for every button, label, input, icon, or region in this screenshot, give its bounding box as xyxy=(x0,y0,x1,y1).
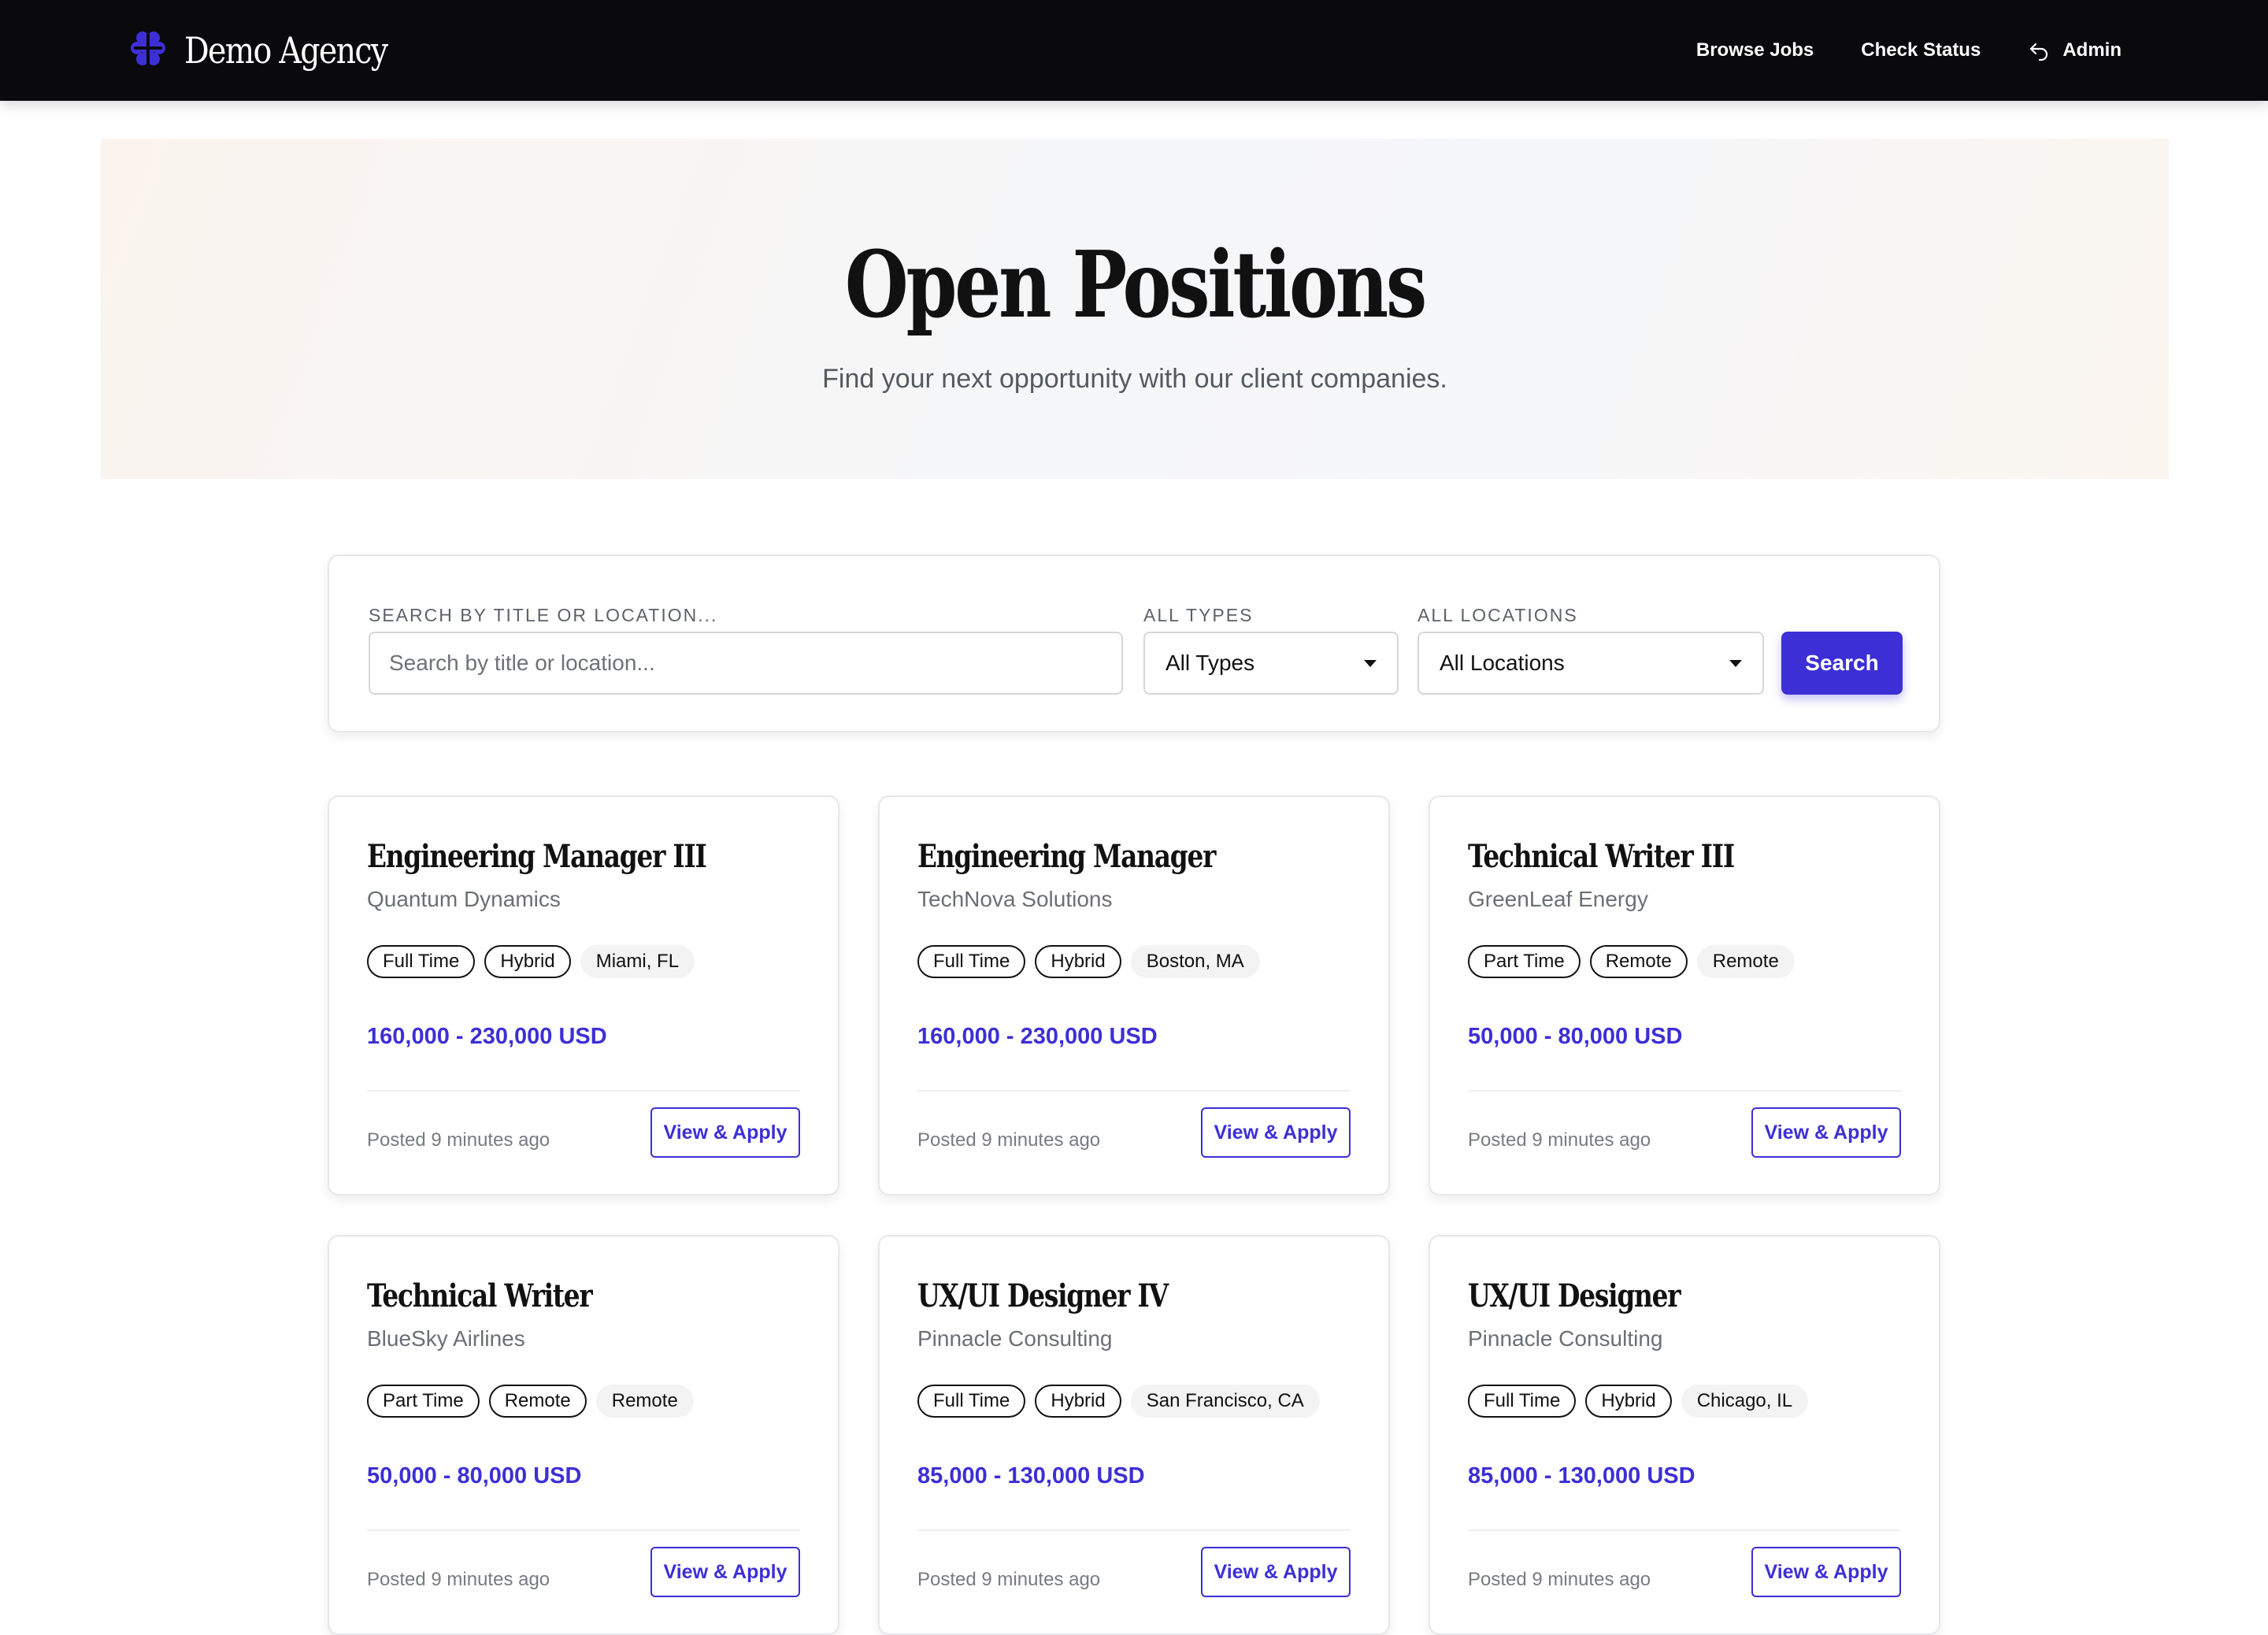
job-card: Technical Writer BlueSky Airlines Part T… xyxy=(328,1235,839,1635)
job-mode-tag: Remote xyxy=(1589,945,1688,978)
job-title: Engineering Manager xyxy=(917,838,1216,875)
job-tags: Full Time Hybrid Miami, FL xyxy=(367,945,695,978)
job-tags: Full Time Hybrid San Francisco, CA xyxy=(917,1385,1320,1418)
brand-logo-link[interactable]: Demo Agency xyxy=(131,28,420,72)
chevron-down-icon xyxy=(1364,659,1377,667)
job-mode-tag: Hybrid xyxy=(1585,1385,1672,1418)
job-tags: Full Time Hybrid Boston, MA xyxy=(917,945,1260,978)
job-posted-time: Posted 9 minutes ago xyxy=(917,1129,1101,1151)
job-location-tag: Boston, MA xyxy=(1130,945,1260,978)
nav-browse-jobs[interactable]: Browse Jobs xyxy=(1696,39,1814,61)
job-type-tag: Part Time xyxy=(367,1385,480,1418)
type-filter-value: All Types xyxy=(1166,651,1255,675)
view-apply-button[interactable]: View & Apply xyxy=(1201,1107,1351,1158)
job-location-tag: San Francisco, CA xyxy=(1130,1385,1320,1418)
type-filter-label: ALL TYPES xyxy=(1143,605,1254,625)
view-apply-button[interactable]: View & Apply xyxy=(1751,1107,1901,1158)
job-company: TechNova Solutions xyxy=(917,887,1113,911)
job-type-tag: Full Time xyxy=(917,1385,1026,1418)
job-location-tag: Chicago, IL xyxy=(1681,1385,1809,1418)
job-posted-time: Posted 9 minutes ago xyxy=(1468,1569,1651,1590)
view-apply-button[interactable]: View & Apply xyxy=(650,1107,800,1158)
job-location-tag: Miami, FL xyxy=(580,945,695,978)
job-tags: Part Time Remote Remote xyxy=(367,1385,694,1418)
job-salary: 160,000 - 230,000 USD xyxy=(367,1024,607,1049)
chevron-down-icon xyxy=(1729,659,1742,667)
view-apply-button[interactable]: View & Apply xyxy=(650,1547,800,1597)
job-posted-time: Posted 9 minutes ago xyxy=(367,1569,550,1590)
job-location-tag: Remote xyxy=(1696,945,1795,978)
job-company: Pinnacle Consulting xyxy=(917,1326,1113,1351)
flower-logo-icon xyxy=(131,31,165,70)
job-title: Engineering Manager III xyxy=(367,838,707,875)
job-company: GreenLeaf Energy xyxy=(1468,887,1648,911)
job-posted-time: Posted 9 minutes ago xyxy=(367,1129,550,1151)
nav-admin-label: Admin xyxy=(2062,39,2122,61)
job-salary: 50,000 - 80,000 USD xyxy=(1468,1024,1683,1049)
card-divider xyxy=(1468,1090,1901,1092)
job-mode-tag: Hybrid xyxy=(484,945,571,978)
view-apply-button[interactable]: View & Apply xyxy=(1751,1547,1901,1597)
job-type-tag: Full Time xyxy=(1468,1385,1577,1418)
job-posted-time: Posted 9 minutes ago xyxy=(917,1569,1101,1590)
job-posted-time: Posted 9 minutes ago xyxy=(1468,1129,1651,1151)
card-divider xyxy=(367,1529,800,1531)
job-type-tag: Part Time xyxy=(1468,945,1581,978)
job-title: UX/UI Designer xyxy=(1468,1277,1681,1314)
brand-name: Demo Agency xyxy=(184,29,388,72)
location-filter-select[interactable]: All Locations xyxy=(1418,632,1764,695)
nav-check-status[interactable]: Check Status xyxy=(1861,39,1981,61)
location-filter-value: All Locations xyxy=(1440,651,1565,675)
job-mode-tag: Remote xyxy=(488,1385,587,1418)
job-salary: 160,000 - 230,000 USD xyxy=(917,1024,1158,1049)
job-tags: Part Time Remote Remote xyxy=(1468,945,1795,978)
job-type-tag: Full Time xyxy=(367,945,476,978)
search-field-label: SEARCH BY TITLE OR LOCATION... xyxy=(369,605,718,625)
nav-admin[interactable]: Admin xyxy=(2028,39,2122,61)
job-salary: 85,000 - 130,000 USD xyxy=(917,1463,1145,1489)
job-location-tag: Remote xyxy=(595,1385,694,1418)
type-filter-select[interactable]: All Types xyxy=(1143,632,1399,695)
job-company: BlueSky Airlines xyxy=(367,1326,525,1351)
job-title: UX/UI Designer IV xyxy=(917,1277,1169,1314)
job-card: Technical Writer III GreenLeaf Energy Pa… xyxy=(1429,795,1940,1196)
job-card: UX/UI Designer IV Pinnacle Consulting Fu… xyxy=(878,1235,1390,1635)
hero-banner: Open Positions Find your next opportunit… xyxy=(101,139,2169,479)
page-title: Open Positions xyxy=(844,232,1427,339)
top-navbar: Demo Agency Browse Jobs Check Status Adm… xyxy=(0,0,2268,101)
search-button[interactable]: Search xyxy=(1781,632,1903,695)
location-filter-label: ALL LOCATIONS xyxy=(1418,605,1578,625)
job-mode-tag: Hybrid xyxy=(1035,1385,1121,1418)
nav-links: Browse Jobs Check Status Admin xyxy=(1649,0,2122,101)
job-mode-tag: Hybrid xyxy=(1035,945,1121,978)
search-input[interactable] xyxy=(369,632,1123,695)
card-divider xyxy=(917,1090,1351,1092)
page-subtitle: Find your next opportunity with our clie… xyxy=(822,364,1447,394)
job-tags: Full Time Hybrid Chicago, IL xyxy=(1468,1385,1809,1418)
job-salary: 50,000 - 80,000 USD xyxy=(367,1463,582,1489)
job-salary: 85,000 - 130,000 USD xyxy=(1468,1463,1695,1489)
card-divider xyxy=(367,1090,800,1092)
card-divider xyxy=(1468,1529,1901,1531)
job-title: Technical Writer xyxy=(367,1277,593,1314)
job-company: Pinnacle Consulting xyxy=(1468,1326,1663,1351)
job-card: Engineering Manager III Quantum Dynamics… xyxy=(328,795,839,1196)
job-title: Technical Writer III xyxy=(1468,838,1735,875)
job-card: Engineering Manager TechNova Solutions F… xyxy=(878,795,1390,1196)
job-card: UX/UI Designer Pinnacle Consulting Full … xyxy=(1429,1235,1940,1635)
job-company: Quantum Dynamics xyxy=(367,887,561,911)
search-filter-card: SEARCH BY TITLE OR LOCATION... ALL TYPES… xyxy=(328,554,1940,732)
view-apply-button[interactable]: View & Apply xyxy=(1201,1547,1351,1597)
job-type-tag: Full Time xyxy=(917,945,1026,978)
back-arrow-icon xyxy=(2028,39,2050,61)
card-divider xyxy=(917,1529,1351,1531)
